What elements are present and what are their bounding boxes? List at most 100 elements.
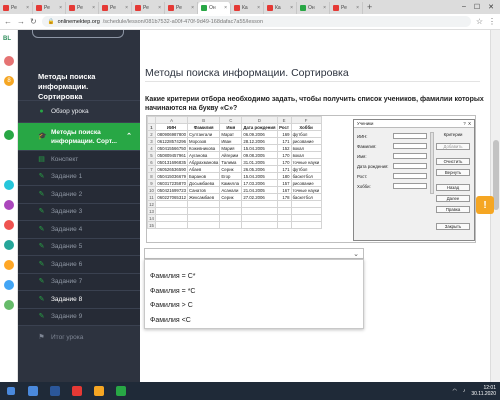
sidebar-item-task[interactable]: ▤ Конспект xyxy=(18,150,140,168)
tab-favicon-icon xyxy=(234,5,240,11)
sidebar-item-overview[interactable]: ● Обзор урока xyxy=(18,100,140,122)
taskbar-app-icon[interactable] xyxy=(88,382,110,400)
table-cell: Санатов xyxy=(186,186,221,194)
form-button: Закрыть xyxy=(436,223,470,230)
table-cell xyxy=(186,200,221,208)
sidebar-item-label: Задание 6 xyxy=(51,260,83,268)
app-icon[interactable] xyxy=(4,300,14,310)
star-icon[interactable]: ☆ xyxy=(476,17,483,26)
answer-option[interactable]: Фамилия = *С xyxy=(145,285,363,300)
column-letter xyxy=(147,116,156,124)
chevron-down-icon[interactable]: ⌄ xyxy=(353,250,359,258)
column-letter: D xyxy=(241,116,278,124)
tab-label: Ре xyxy=(44,5,50,11)
form-scrollbar xyxy=(430,132,434,194)
address-bar: ← → ↻ 🔒 onlinemektep.org/schedule/lesson… xyxy=(0,14,500,30)
app-icon[interactable] xyxy=(4,220,14,230)
close-tab-icon[interactable]: × xyxy=(290,5,293,11)
browser-tab[interactable]: Ре × xyxy=(0,2,33,14)
table-row: 10 050421699723 Санатов Асанали 21.04.2005 16… xyxy=(147,186,322,194)
taskbar-app-icon[interactable] xyxy=(44,382,66,400)
sidebar-item-task[interactable]: ✎ Задание 9 xyxy=(18,307,140,325)
volume-icon[interactable]: ♪ xyxy=(463,388,466,394)
table-cell: Кожевникова xyxy=(186,144,221,152)
chevron-up-icon[interactable]: ⌃ xyxy=(126,132,132,141)
close-tab-icon[interactable]: × xyxy=(323,5,326,11)
question-text: Какие критерии отбора необходимо задать,… xyxy=(145,96,484,112)
sidebar-item-task[interactable]: ✎ Задание 3 xyxy=(18,202,140,220)
answer-option[interactable]: Фамилия > С xyxy=(145,299,363,314)
answer-select[interactable]: ⌄ xyxy=(144,248,364,259)
table-cell xyxy=(276,200,292,208)
forward-icon[interactable]: → xyxy=(17,17,25,26)
start-icon[interactable] xyxy=(0,382,22,400)
url-field[interactable]: 🔒 onlinemektep.org/schedule/lesson/081b7… xyxy=(41,16,471,27)
sidebar-item-task[interactable]: ✎ Задание 1 xyxy=(18,167,140,185)
sidebar-handle[interactable] xyxy=(32,30,124,38)
sidebar-item-task[interactable]: ✎ Задание 5 xyxy=(18,237,140,255)
browser-tab[interactable]: Ка × xyxy=(231,2,264,14)
close-tab-icon[interactable]: × xyxy=(59,5,62,11)
minimize-icon[interactable]: – xyxy=(462,3,466,11)
browser-tab[interactable]: Ка × xyxy=(264,2,297,14)
browser-tab[interactable]: Ре × xyxy=(132,2,165,14)
sidebar-item-task[interactable]: ✎ Задание 6 xyxy=(18,255,140,273)
sidebar-item-current-lesson[interactable]: 🎓 Методы поиска информации. Сорт... ⌃ xyxy=(18,122,140,150)
close-tab-icon[interactable]: × xyxy=(191,5,194,11)
close-tab-icon[interactable]: × xyxy=(257,5,260,11)
menu-icon[interactable]: ⋮ xyxy=(488,17,496,26)
close-window-icon[interactable]: ✕ xyxy=(488,3,494,11)
sidebar-item-task[interactable]: ✎ Задание 4 xyxy=(18,220,140,238)
new-tab-button[interactable]: + xyxy=(363,2,376,12)
table-cell xyxy=(186,207,221,215)
clock[interactable]: 12:01 30.11.2020 xyxy=(471,385,496,397)
sidebar-item-final[interactable]: ⚑ Итог урока xyxy=(18,325,140,349)
column-header: Хобби xyxy=(290,123,322,131)
browser-tab[interactable]: Ре × xyxy=(330,2,363,14)
answer-option[interactable]: Фамилия = С* xyxy=(145,270,363,285)
browser-tab[interactable]: Ре × xyxy=(66,2,99,14)
table-cell: Серик xyxy=(219,165,243,173)
sidebar-item-task[interactable]: ✎ Задание 2 xyxy=(18,185,140,203)
app-icon[interactable] xyxy=(4,240,14,250)
table-cell: Камилла xyxy=(219,179,243,187)
browser-tab[interactable]: Он × xyxy=(297,2,330,14)
sidebar-item-task[interactable]: ✎ Задание 7 xyxy=(18,272,140,290)
home-icon[interactable] xyxy=(4,130,14,140)
wifi-icon[interactable]: ◠ xyxy=(452,388,456,394)
form-field-row: Имя: xyxy=(357,153,427,159)
taskbar-app-icon[interactable] xyxy=(110,382,132,400)
back-icon[interactable]: ← xyxy=(4,17,12,26)
browser-tab[interactable]: Ре × xyxy=(99,2,132,14)
form-field-row: Фамилия: xyxy=(357,143,427,149)
app-icon[interactable] xyxy=(4,280,14,290)
taskbar-app-icon[interactable] xyxy=(22,382,44,400)
app-icon[interactable] xyxy=(4,180,14,190)
notification-badge[interactable]: 8 xyxy=(4,76,14,86)
app-icon[interactable] xyxy=(4,200,14,210)
row-number: 12 xyxy=(147,200,156,208)
reload-icon[interactable]: ↻ xyxy=(30,17,37,26)
sidebar-item-task[interactable]: ✎ Задание 8 xyxy=(18,290,140,308)
warning-icon[interactable]: ! xyxy=(476,196,494,214)
table-cell xyxy=(219,200,243,208)
answer-option[interactable]: Фамилия <С xyxy=(145,314,363,329)
taskbar-app-icon[interactable] xyxy=(66,382,88,400)
browser-tab[interactable]: Ре × xyxy=(165,2,198,14)
close-tab-icon[interactable]: × xyxy=(92,5,95,11)
browser-tab[interactable]: Он × xyxy=(198,2,231,14)
close-tab-icon[interactable]: × xyxy=(356,5,359,11)
maximize-icon[interactable]: ☐ xyxy=(474,3,480,11)
close-tab-icon[interactable]: × xyxy=(26,5,29,11)
sidebar-item-label: Задание 8 xyxy=(51,295,83,303)
close-tab-icon[interactable]: × xyxy=(125,5,128,11)
browser-tab[interactable]: Ре × xyxy=(33,2,66,14)
table-cell xyxy=(276,207,292,215)
app-icon[interactable] xyxy=(4,260,14,270)
form-field-row: ИИН: xyxy=(357,133,427,139)
table-cell: Егор xyxy=(219,172,243,180)
table-cell: Морозов xyxy=(186,137,221,145)
close-tab-icon[interactable]: × xyxy=(224,5,227,11)
avatar[interactable] xyxy=(4,56,14,66)
close-tab-icon[interactable]: × xyxy=(158,5,161,11)
